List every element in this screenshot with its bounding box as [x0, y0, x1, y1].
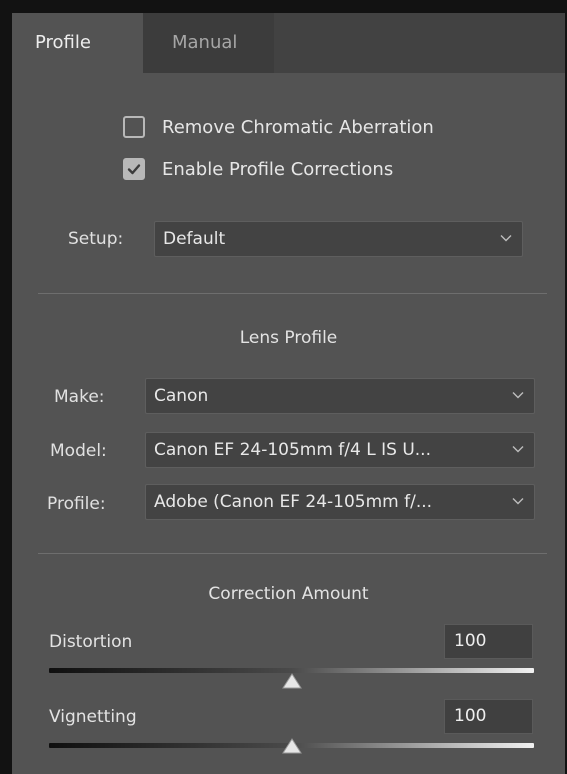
triangle-up-icon: [281, 738, 302, 754]
triangle-up-icon: [281, 673, 302, 689]
chevron-down-icon: [512, 446, 524, 453]
checkmark-icon: [127, 164, 141, 175]
chevron-down-icon: [512, 498, 524, 505]
distortion-label: Distortion: [49, 632, 133, 652]
profile-value: Adobe (Canon EF 24-105mm f/...: [154, 492, 433, 512]
window-frame: Profile Manual Remove Chromatic Aberrati…: [0, 0, 567, 774]
chevron-down-icon: [512, 392, 524, 399]
divider-1: [38, 293, 547, 294]
make-value: Canon: [154, 386, 209, 406]
enable-profile-corrections-option[interactable]: Enable Profile Corrections: [123, 156, 393, 182]
vignetting-value-input[interactable]: 100: [444, 699, 533, 734]
correction-amount-title: Correction Amount: [208, 584, 369, 604]
model-value: Canon EF 24-105mm f/4 L IS U...: [154, 440, 431, 460]
divider-2: [38, 553, 547, 554]
remove-chromatic-aberration-checkbox[interactable]: [123, 116, 145, 138]
vignetting-slider-thumb[interactable]: [281, 738, 302, 754]
remove-chromatic-aberration-label: Remove Chromatic Aberration: [162, 116, 434, 138]
make-label: Make:: [54, 387, 105, 407]
setup-value: Default: [163, 229, 226, 249]
chevron-down-icon: [500, 235, 512, 242]
model-select[interactable]: Canon EF 24-105mm f/4 L IS U...: [145, 432, 535, 468]
make-select[interactable]: Canon: [145, 378, 535, 414]
remove-chromatic-aberration-option[interactable]: Remove Chromatic Aberration: [123, 114, 434, 140]
enable-profile-corrections-checkbox[interactable]: [123, 158, 145, 180]
tab-profile[interactable]: Profile: [12, 13, 143, 73]
distortion-slider-thumb[interactable]: [281, 673, 302, 689]
vignetting-label: Vignetting: [49, 707, 137, 727]
enable-profile-corrections-label: Enable Profile Corrections: [162, 158, 394, 180]
profile-select[interactable]: Adobe (Canon EF 24-105mm f/...: [145, 484, 535, 520]
profile-label: Profile:: [47, 494, 106, 514]
tab-manual[interactable]: Manual: [143, 13, 274, 73]
tab-strip: Profile Manual: [12, 13, 565, 73]
model-label: Model:: [50, 441, 107, 461]
distortion-value-input[interactable]: 100: [444, 624, 533, 659]
lens-corrections-panel: Profile Manual Remove Chromatic Aberrati…: [12, 13, 565, 774]
setup-select[interactable]: Default: [154, 221, 523, 257]
setup-label: Setup:: [68, 229, 124, 249]
lens-profile-title: Lens Profile: [239, 328, 338, 348]
